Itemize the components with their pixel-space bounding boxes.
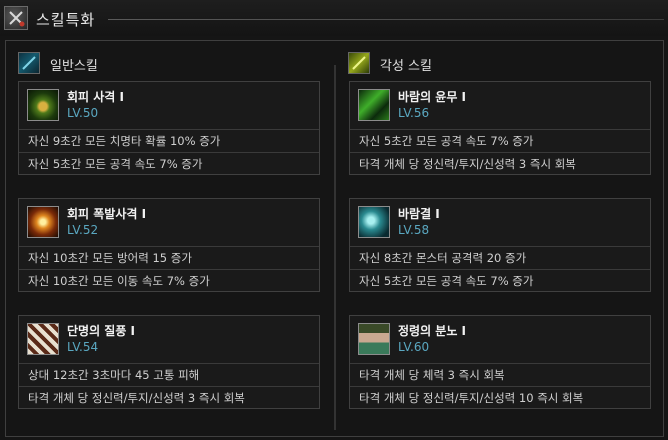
skill-effect: 자신 5초간 모든 공격 속도 7% 증가 — [19, 152, 319, 175]
awakening-skill-label: 각성 스킬 — [380, 59, 432, 74]
skill-name: 회피 폭발사격 I — [67, 207, 147, 221]
skill-effect: 자신 10초간 모든 이동 속도 7% 증가 — [19, 269, 319, 292]
skill-level: LV.52 — [67, 223, 99, 237]
skill-effect: 자신 9초간 모든 치명타 확률 10% 증가 — [19, 129, 319, 152]
normal-skill-icon — [18, 52, 40, 74]
skill-effect: 타격 개체 당 정신력/투지/신성력 3 즉시 회복 — [350, 152, 650, 175]
skill-card[interactable]: 회피 사격 I LV.50 자신 9초간 모든 치명타 확률 10% 증가 자신… — [18, 81, 320, 175]
skill-effect: 타격 개체 당 체력 3 즉시 회복 — [350, 363, 650, 386]
skill-card[interactable]: 바람의 윤무 I LV.56 자신 5초간 모든 공격 속도 7% 증가 타격 … — [349, 81, 651, 175]
skill-level: LV.54 — [67, 340, 99, 354]
skill-name: 정령의 분노 I — [398, 324, 467, 338]
wind-dance-icon[interactable] — [358, 89, 390, 121]
skill-card-header: 회피 폭발사격 I LV.52 — [19, 199, 319, 247]
skill-effect: 타격 개체 당 정신력/투지/신성력 3 즉시 회복 — [19, 386, 319, 409]
skill-card-header: 바람결 I LV.58 — [350, 199, 650, 247]
normal-skill-header: 일반스킬 — [18, 52, 218, 76]
awakening-skill-icon — [348, 52, 370, 74]
skill-card[interactable]: 회피 폭발사격 I LV.52 자신 10초간 모든 방어력 15 증가 자신 … — [18, 198, 320, 292]
skill-card-header: 회피 사격 I LV.50 — [19, 82, 319, 130]
skill-name: 바람의 윤무 I — [398, 90, 467, 104]
window-title: 스킬특화 — [36, 11, 96, 29]
skill-card[interactable]: 정령의 분노 I LV.60 타격 개체 당 체력 3 즉시 회복 타격 개체 … — [349, 315, 651, 409]
skill-effect: 타격 개체 당 정신력/투지/신성력 10 즉시 회복 — [350, 386, 650, 409]
skill-level: LV.58 — [398, 223, 430, 237]
swirl-shot-icon[interactable] — [27, 89, 59, 121]
skill-effect: 자신 5초간 모든 공격 속도 7% 증가 — [350, 269, 650, 292]
skill-level: LV.50 — [67, 106, 99, 120]
wind-wave-icon[interactable] — [358, 206, 390, 238]
skill-name: 단명의 질풍 I — [67, 324, 136, 338]
column-divider — [334, 65, 336, 430]
normal-skill-label: 일반스킬 — [50, 59, 98, 74]
skill-card[interactable]: 단명의 질풍 I LV.54 상대 12초간 3초마다 45 고통 피해 타격 … — [18, 315, 320, 409]
skill-effect: 상대 12초간 3초마다 45 고통 피해 — [19, 363, 319, 386]
skill-level: LV.56 — [398, 106, 430, 120]
explosive-shot-icon[interactable] — [27, 206, 59, 238]
crossed-swords-icon — [4, 6, 28, 30]
skill-effect: 자신 8초간 몬스터 공격력 20 증가 — [350, 246, 650, 269]
window-titlebar: 스킬특화 — [0, 0, 668, 36]
skill-card-header: 단명의 질풍 I LV.54 — [19, 316, 319, 364]
skill-level: LV.60 — [398, 340, 430, 354]
skill-effect: 자신 10초간 모든 방어력 15 증가 — [19, 246, 319, 269]
skill-effect: 자신 5초간 모든 공격 속도 7% 증가 — [350, 129, 650, 152]
title-divider — [108, 19, 664, 20]
skill-card[interactable]: 바람결 I LV.58 자신 8초간 몬스터 공격력 20 증가 자신 5초간 … — [349, 198, 651, 292]
spirit-wrath-icon[interactable] — [358, 323, 390, 355]
skill-name: 바람결 I — [398, 207, 440, 221]
skill-name: 회피 사격 I — [67, 90, 124, 104]
awakening-skill-header: 각성 스킬 — [348, 52, 548, 76]
skill-card-header: 정령의 분노 I LV.60 — [350, 316, 650, 364]
skill-card-header: 바람의 윤무 I LV.56 — [350, 82, 650, 130]
gale-icon[interactable] — [27, 323, 59, 355]
